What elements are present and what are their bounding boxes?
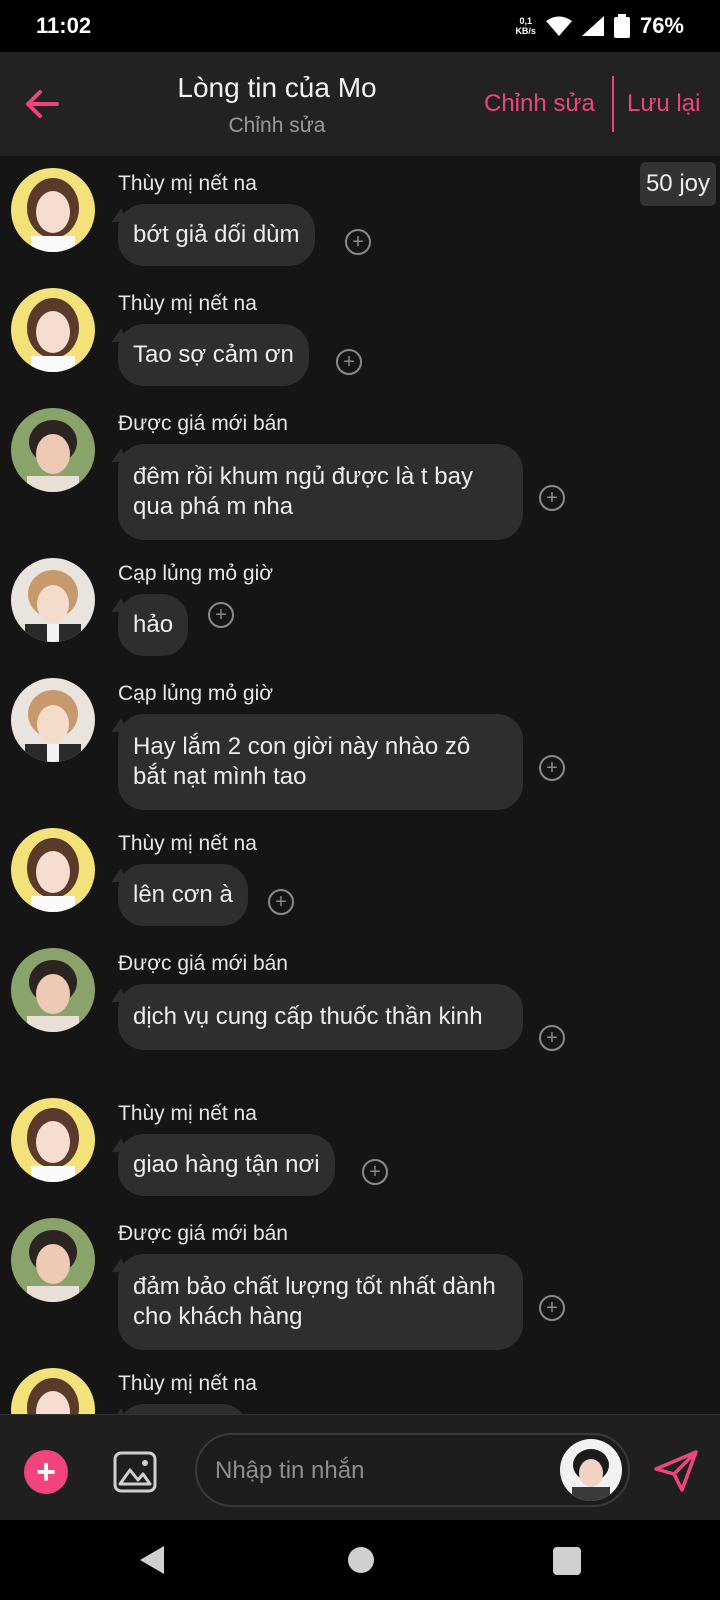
add-reaction-icon[interactable]: + [345,229,371,255]
message-bubble[interactable]: Tao sợ cảm ơn [118,324,309,386]
message-bubble[interactable]: lên cơn à [118,864,248,926]
girl-avatar[interactable] [11,1098,95,1182]
sender-name: Được giá mới bán [118,1222,288,1245]
status-time: 11:02 [36,13,92,38]
battery-percent: 76% [639,13,684,38]
add-reaction-icon[interactable]: + [539,1025,565,1051]
network-speed-value: 0,1 [519,16,532,26]
boy-avatar[interactable] [11,948,95,1032]
add-reaction-icon[interactable]: + [336,349,362,375]
message-input[interactable]: Nhập tin nhắn [195,1433,630,1507]
message-bubble[interactable]: bớt giả dối dùm [118,204,315,266]
chat-title: Lòng tin của Mo [177,72,377,103]
signal-icon [581,16,604,36]
sender-name: Thùy mị nết na [118,172,257,195]
message-bubble[interactable]: Hay lắm 2 con giời này nhào zô bắt nạt m… [118,714,523,810]
arrow-left-icon [26,90,59,118]
system-nav-bar [0,1520,720,1600]
message-input-placeholder: Nhập tin nhắn [215,1457,365,1484]
sender-name: Thùy mị nết na [118,292,257,315]
add-reaction-icon[interactable]: + [208,602,234,628]
send-icon [654,1450,698,1492]
network-speed-unit: KB/s [515,26,536,36]
send-button[interactable] [652,1449,700,1493]
sender-name: Được giá mới bán [118,412,288,435]
message-bubble[interactable] [118,1404,248,1414]
girl-avatar[interactable] [11,828,95,912]
message-list[interactable]: Thùy mị nết na bớt giả dối dùm + Thùy mị… [0,156,720,1414]
girl-avatar[interactable] [11,1368,95,1414]
girl-avatar[interactable] [11,168,95,252]
save-button[interactable]: Lưu lại [627,90,700,118]
message-bubble[interactable]: đảm bảo chất lượng tốt nhất dành cho khá… [118,1254,523,1350]
sender-persona-avatar[interactable] [560,1439,622,1501]
add-reaction-icon[interactable]: + [539,755,565,781]
message-bubble[interactable]: giao hàng tận nơi [118,1134,335,1196]
edit-button[interactable]: Chỉnh sửa [484,90,595,118]
boy-avatar[interactable] [11,408,95,492]
message-bubble[interactable]: đêm rồi khum ngủ được là t bay qua phá m… [118,444,523,540]
joy-badge: 50 joy [639,162,716,206]
blonde-avatar[interactable] [11,678,95,762]
add-reaction-icon[interactable]: + [539,1295,565,1321]
wifi-icon [545,16,572,36]
network-speed: 0,1 KB/s [515,16,536,36]
boy-avatar[interactable] [11,1218,95,1302]
sender-name: Cạp lủng mỏ giờ [118,562,274,585]
sender-name: Được giá mới bán [118,952,288,975]
nav-recents-icon[interactable] [553,1547,581,1575]
sender-name: Cạp lủng mỏ giờ [118,682,274,705]
message-composer: + Nhập tin nhắn [0,1414,720,1520]
back-button[interactable] [22,82,62,126]
message-bubble[interactable]: dịch vụ cung cấp thuốc thần kinh [118,984,523,1050]
image-icon [113,1451,157,1493]
nav-home-icon[interactable] [348,1547,374,1573]
chat-subtitle: Chỉnh sửa [228,114,326,137]
add-reaction-icon[interactable]: + [539,485,565,511]
sender-name: Thùy mị nết na [118,832,257,855]
plus-icon: + [36,1453,56,1491]
battery-icon [613,14,630,38]
gallery-button[interactable] [112,1450,158,1494]
status-bar: 11:02 0,1 KB/s 76% [0,0,720,52]
add-reaction-icon[interactable]: + [268,889,294,915]
sender-name: Thùy mị nết na [118,1372,257,1395]
blonde-avatar[interactable] [11,558,95,642]
header-divider [612,76,614,132]
girl-avatar[interactable] [11,288,95,372]
status-right: 0,1 KB/s 76% [515,13,684,39]
add-attachment-button[interactable]: + [24,1450,68,1494]
add-reaction-icon[interactable]: + [362,1159,388,1185]
sender-name: Thùy mị nết na [118,1102,257,1125]
nav-back-icon[interactable] [138,1544,166,1576]
chat-header: Lòng tin của Mo Chỉnh sửa Chỉnh sửa Lưu … [0,52,720,156]
message-bubble[interactable]: hảo [118,594,189,656]
